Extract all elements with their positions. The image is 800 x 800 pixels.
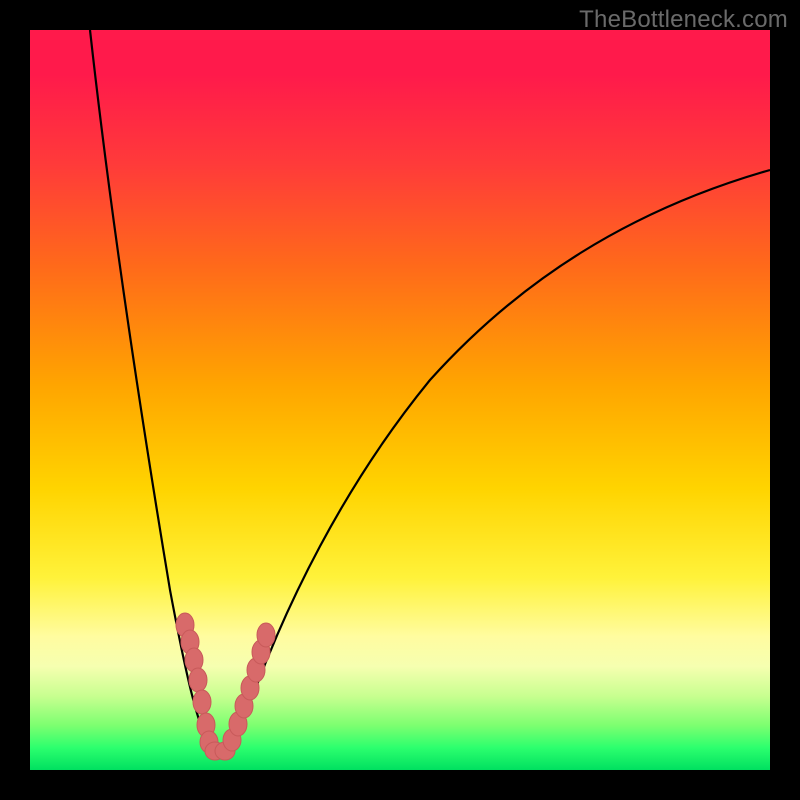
chart-frame: TheBottleneck.com	[0, 0, 800, 800]
chart-svg	[30, 30, 770, 770]
dots-left	[176, 613, 218, 753]
watermark-text: TheBottleneck.com	[579, 6, 788, 34]
dots-right	[223, 623, 275, 751]
plot-area	[30, 30, 770, 770]
curve-right-branch	[212, 170, 770, 750]
